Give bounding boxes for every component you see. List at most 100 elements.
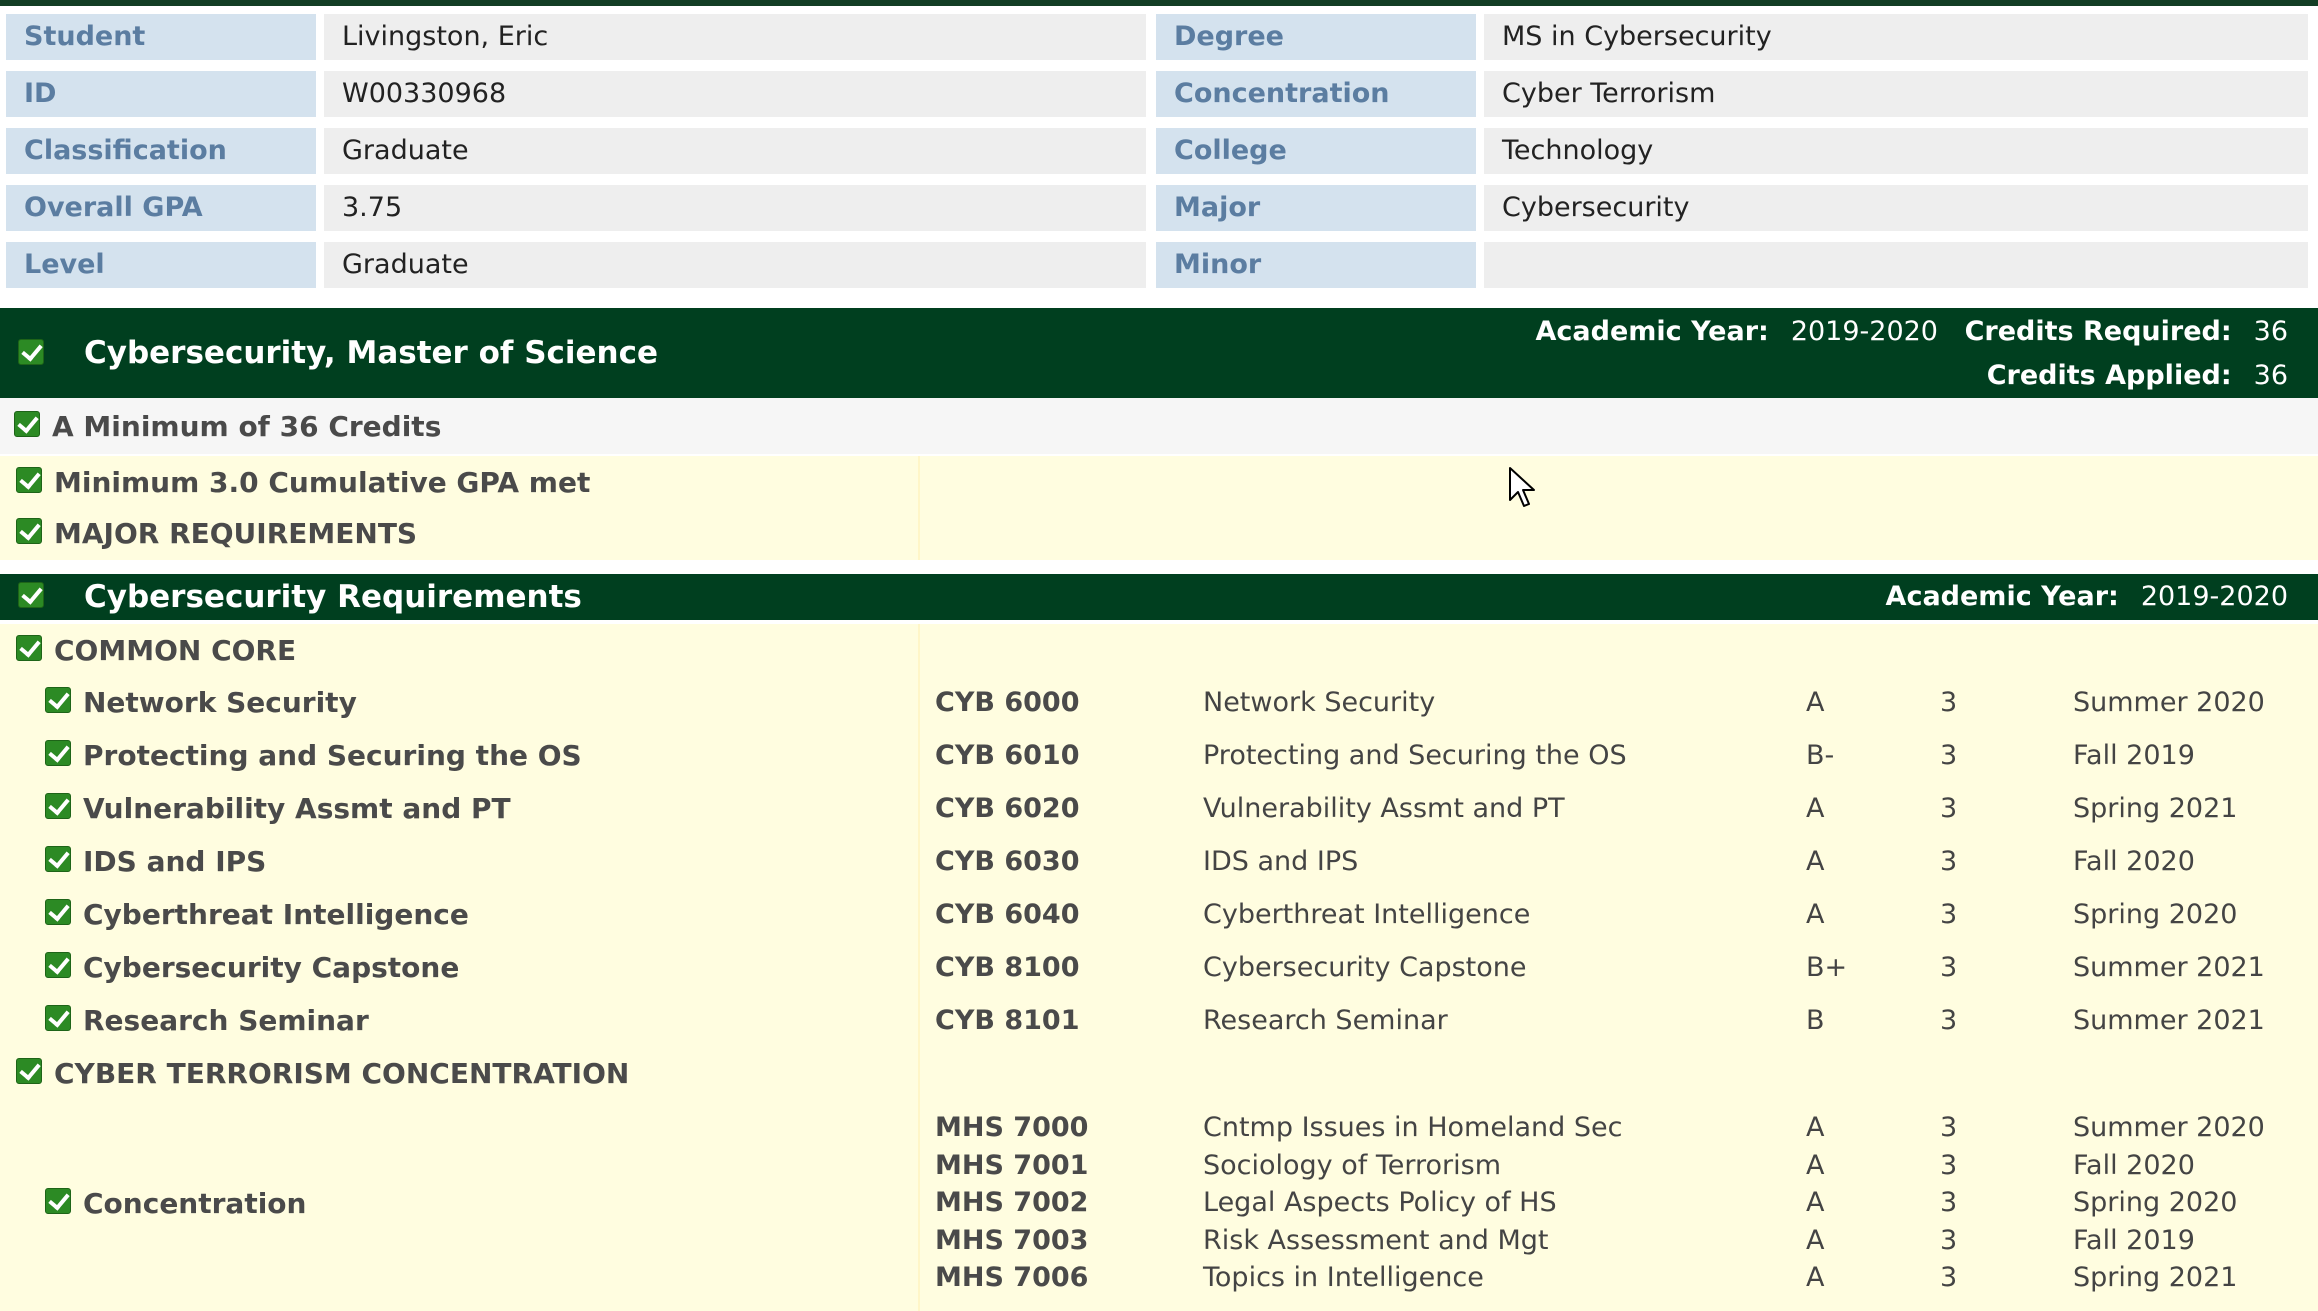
requirement-name: Vulnerability Assmt and PT [83,792,511,825]
value-degree: MS in Cybersecurity [1484,14,2308,60]
label-student: Student [6,14,316,60]
label-minor: Minor [1156,242,1476,288]
course-grade: B [1806,1005,1825,1036]
requirement-name: Cyberthreat Intelligence [83,898,469,931]
info-row-level: Level Graduate Minor [0,242,2318,288]
course-title: IDS and IPS [1203,846,1359,877]
course-code: MHS 7006 [935,1262,1089,1293]
column-divider [918,941,920,994]
value-minor [1484,242,2308,288]
common-core-title: COMMON CORE [54,634,297,667]
course-term: Summer 2020 [2073,687,2265,718]
checkbox-checked-icon [18,339,44,365]
course-term: Summer 2021 [2073,1005,2265,1036]
course-credits: 3 [1940,952,1958,983]
course-term: Summer 2020 [2073,1112,2265,1143]
course-title: Network Security [1203,687,1436,718]
info-row-classification: Classification Graduate College Technolo… [0,128,2318,174]
column-divider [918,888,920,941]
program-year-credits-required: Academic Year: 2019-2020 Credits Required… [1536,316,2288,347]
course-credits: 3 [1940,740,1958,771]
course-code: CYB 8101 [935,1005,1080,1036]
course-term: Fall 2019 [2073,740,2195,771]
requirement-row: A Minimum of 36 Credits [0,398,2318,454]
requirement-row: MAJOR REQUIREMENTS [0,508,2318,560]
concentration-course-group: Concentration MHS 7000 Cntmp Issues in H… [0,1100,2318,1311]
value-overall-gpa: 3.75 [324,185,1146,231]
course-row: Vulnerability Assmt and PT CYB 6020 Vuln… [0,782,2318,835]
course-code: MHS 7003 [935,1225,1089,1256]
course-term: Fall 2020 [2073,846,2195,877]
concentration-title: CYBER TERRORISM CONCENTRATION [54,1057,630,1090]
requirement-title: A Minimum of 36 Credits [52,410,442,443]
program-title: Cybersecurity, Master of Science [84,335,659,371]
course-code: MHS 7001 [935,1150,1089,1181]
course-code: MHS 7002 [935,1187,1089,1218]
course-code: CYB 6030 [935,846,1080,877]
course-row: Cyberthreat Intelligence CYB 6040 Cybert… [0,888,2318,941]
course-grade: A [1806,899,1825,930]
info-row-student: Student Livingston, Eric Degree MS in Cy… [0,14,2318,60]
program-credits-applied: Credits Applied: 36 [1987,360,2288,391]
course-grade: B+ [1806,952,1848,983]
course-term: Fall 2019 [2073,1225,2195,1256]
course-credits: 3 [1940,1187,1958,1218]
course-title: Protecting and Securing the OS [1203,740,1627,771]
course-grade: A [1806,1225,1825,1256]
column-divider [918,456,920,508]
course-credits: 3 [1940,1005,1958,1036]
course-grade: A [1806,846,1825,877]
requirement-name: Protecting and Securing the OS [83,739,582,772]
course-row: IDS and IPS CYB 6030 IDS and IPS A 3 Fal… [0,835,2318,888]
course-title: Risk Assessment and Mgt [1203,1225,1549,1256]
checkbox-checked-icon [45,687,71,713]
checkbox-checked-icon [14,411,40,437]
value-concentration: Cyber Terrorism [1484,71,2308,117]
requirement-row: Minimum 3.0 Cumulative GPA met [0,456,2318,508]
course-grade: A [1806,793,1825,824]
course-grade: A [1806,1112,1825,1143]
academic-year-value: 2019-2020 [1790,316,1938,347]
checkbox-checked-icon [45,1188,71,1214]
requirement-name: Concentration [83,1187,307,1220]
course-title: Sociology of Terrorism [1203,1150,1501,1181]
academic-year-value: 2019-2020 [2140,581,2288,612]
course-credits: 3 [1940,1225,1958,1256]
course-row: Protecting and Securing the OS CYB 6010 … [0,729,2318,782]
course-code: CYB 6010 [935,740,1080,771]
credits-applied-value: 36 [2253,360,2288,391]
label-college: College [1156,128,1476,174]
course-credits: 3 [1940,1150,1958,1181]
column-divider [918,994,920,1047]
course-code: CYB 6040 [935,899,1080,930]
course-grade: A [1806,687,1825,718]
requirement-name: Cybersecurity Capstone [83,951,460,984]
academic-year-label: Academic Year: [1885,581,2119,612]
course-title: Vulnerability Assmt and PT [1203,793,1565,824]
requirement-title: MAJOR REQUIREMENTS [54,517,418,550]
label-classification: Classification [6,128,316,174]
credits-required-value: 36 [2253,316,2288,347]
info-row-id: ID W00330968 Concentration Cyber Terrori… [0,71,2318,117]
course-grade: A [1806,1150,1825,1181]
requirement-name: Network Security [83,686,357,719]
course-credits: 3 [1940,846,1958,877]
checkbox-checked-icon [45,740,71,766]
column-divider [918,835,920,888]
checkbox-checked-icon [45,846,71,872]
course-term: Summer 2021 [2073,952,2265,983]
course-term: Spring 2020 [2073,899,2238,930]
course-title: Cntmp Issues in Homeland Sec [1203,1112,1623,1143]
mouse-pointer-icon [1509,467,1535,507]
course-code: CYB 6020 [935,793,1080,824]
column-divider [918,782,920,835]
course-credits: 3 [1940,1112,1958,1143]
academic-year-label: Academic Year: [1535,316,1769,347]
checkbox-checked-icon [16,518,42,544]
cyber-requirements-title: Cybersecurity Requirements [84,579,582,615]
value-college: Technology [1484,128,2308,174]
course-title: Topics in Intelligence [1203,1262,1484,1293]
cyber-requirements-header: Cybersecurity Requirements Academic Year… [0,574,2318,620]
checkbox-checked-icon [45,1005,71,1031]
column-divider [918,624,920,676]
